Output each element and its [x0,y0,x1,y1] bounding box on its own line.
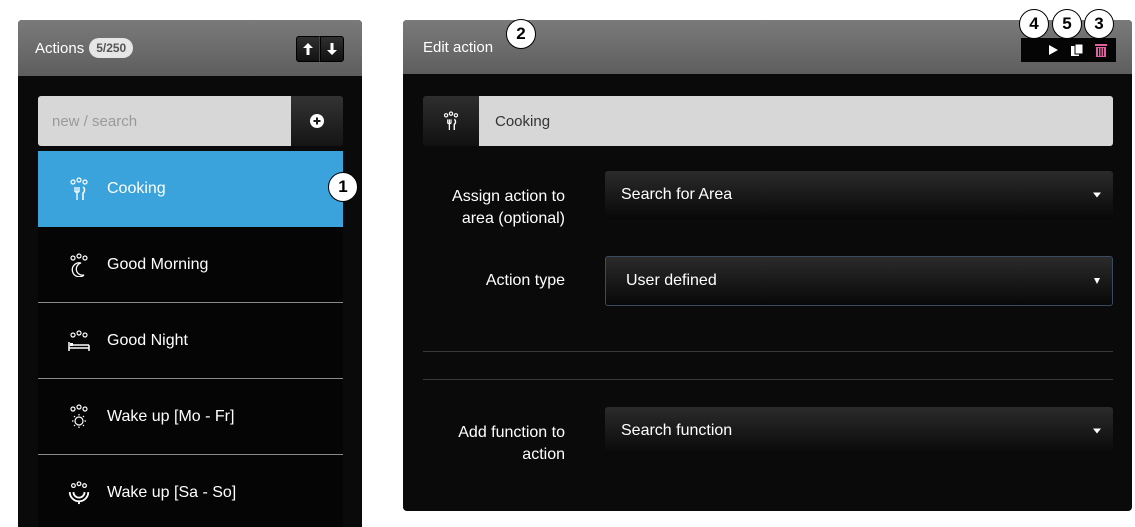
bed-icon [67,328,91,354]
cooking-icon [443,111,459,130]
callout-marker: 1 [328,172,358,202]
action-type-select[interactable]: User defined [605,256,1113,306]
callout-marker: 4 [1019,9,1049,39]
actions-panel-header: Actions 5/250 [18,20,362,76]
actions-count-badge: 5/250 [89,38,134,58]
move-up-button[interactable] [296,36,320,62]
action-icon-picker[interactable] [423,96,479,146]
action-type-label: Action type [485,272,565,289]
caret-down-icon [1093,428,1101,434]
copy-action-button[interactable] [1067,41,1087,59]
list-item[interactable]: Wake up [Mo - Fr] [38,379,343,455]
callout-marker: 3 [1084,9,1114,39]
search-input[interactable] [38,96,291,146]
separator [423,351,1113,352]
function-select-value: Search function [621,422,733,439]
plus-circle-icon [310,114,324,128]
list-item-label: Wake up [Mo - Fr] [107,407,235,425]
trash-icon [1095,44,1107,57]
edit-panel-title: Edit action [423,38,494,56]
arrow-down-icon [327,43,337,55]
list-item[interactable]: Cooking [38,151,343,227]
move-down-button[interactable] [320,36,344,62]
list-item-label: Wake up [Sa - So] [107,483,237,501]
action-type-value: User defined [626,272,717,289]
edit-action-panel: Edit action Cooking Assign action to are… [403,20,1132,511]
sunrise-icon [67,480,91,506]
callout-marker: 2 [506,19,536,49]
area-label: Assign action to area (optional) [452,188,565,227]
add-action-button[interactable] [291,96,343,146]
caret-down-icon [1094,278,1100,284]
cooking-icon [67,176,91,202]
action-toolbar [1021,38,1116,62]
caret-down-icon [1093,192,1101,198]
sort-buttons [296,36,344,62]
actions-panel: Actions 5/250 new / search Cooking Good … [18,20,362,527]
list-item[interactable]: Wake up [Sa - So] [38,455,343,527]
area-select-value: Search for Area [621,186,733,203]
arrow-up-icon [303,43,313,55]
function-label: Add function to action [458,424,565,463]
action-list: Cooking Good Morning Good Night Wake up … [38,151,343,527]
callout-marker: 5 [1052,9,1082,39]
list-item-label: Cooking [107,179,166,197]
actions-panel-title: Actions [35,39,85,57]
copy-icon [1071,43,1084,56]
function-select[interactable]: Search function [605,407,1113,455]
separator [423,379,1113,380]
area-select[interactable]: Search for Area [605,171,1113,219]
moon-icon [67,252,91,278]
play-icon [1049,45,1058,55]
list-item-label: Good Night [107,331,188,349]
list-item[interactable]: Good Morning [38,227,343,303]
list-item-label: Good Morning [107,255,209,273]
sun-icon [67,403,91,430]
list-item[interactable]: Good Night [38,303,343,379]
run-action-button[interactable] [1043,41,1063,59]
action-name-input[interactable] [479,96,1113,146]
action-name-row [423,96,1113,146]
delete-action-button[interactable] [1091,41,1111,59]
search-row [38,96,343,146]
